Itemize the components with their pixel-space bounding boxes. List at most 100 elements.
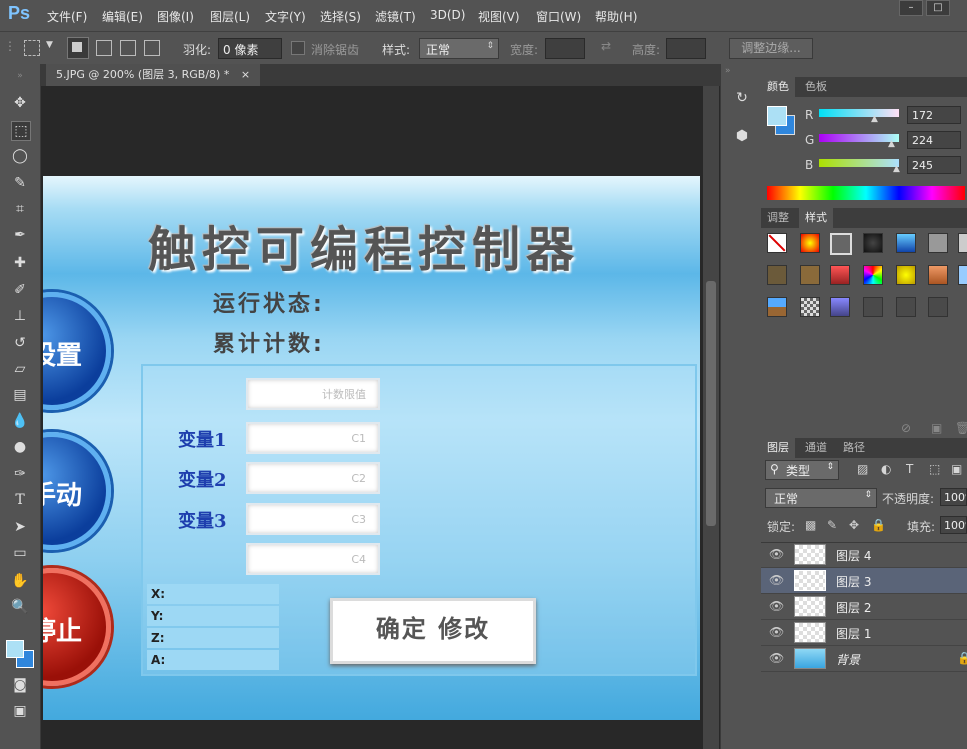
style-swatch[interactable] <box>958 233 967 253</box>
layer-row[interactable]: 👁 图层 2 <box>761 594 967 620</box>
menu-view[interactable]: 视图(V) <box>478 8 520 25</box>
intersect-selection-icon[interactable] <box>144 40 160 56</box>
tab-swatches[interactable]: 色板 <box>799 77 833 97</box>
quick-select-icon[interactable]: ✎ <box>11 174 29 192</box>
g-value-input[interactable]: 224 <box>907 131 961 149</box>
r-slider-handle-icon[interactable]: ▲ <box>871 114 878 124</box>
menu-select[interactable]: 选择(S) <box>320 8 361 25</box>
antialias-checkbox[interactable] <box>291 41 305 55</box>
b-slider-handle-icon[interactable]: ▲ <box>893 164 900 174</box>
document-image[interactable]: 触控可编程控制器 运行状态: 累计计数: 设置 手动 停止 计数限值 C1 C2… <box>43 176 700 720</box>
lock-transparent-icon[interactable]: ▩ <box>805 518 816 532</box>
b-slider[interactable] <box>819 159 899 167</box>
style-swatch[interactable] <box>800 233 820 253</box>
tab-adjustments[interactable]: 调整 <box>761 208 795 228</box>
menu-image[interactable]: 图像(I) <box>157 8 194 25</box>
tab-color[interactable]: 颜色 <box>761 77 795 97</box>
hand-tool-icon[interactable]: ✋ <box>11 572 29 590</box>
visibility-eye-icon[interactable]: 👁 <box>769 599 784 613</box>
style-swatch[interactable] <box>928 233 948 253</box>
screen-mode-icon[interactable]: ▣ <box>11 702 29 720</box>
quick-mask-icon[interactable]: ◙ <box>11 676 29 694</box>
style-swatch[interactable] <box>863 233 883 253</box>
style-swatch[interactable] <box>896 265 916 285</box>
crop-tool-icon[interactable]: ⌗ <box>11 200 29 218</box>
history-panel-icon[interactable]: ↻ <box>732 90 752 110</box>
add-selection-icon[interactable] <box>96 40 112 56</box>
visibility-eye-icon[interactable]: 👁 <box>769 625 784 639</box>
menu-filter[interactable]: 滤镜(T) <box>375 8 416 25</box>
zoom-tool-icon[interactable]: 🔍 <box>11 598 29 616</box>
g-slider[interactable] <box>819 134 899 142</box>
gradient-tool-icon[interactable]: ▤ <box>11 386 29 404</box>
marquee-tool-icon[interactable] <box>24 40 40 56</box>
history-brush-icon[interactable]: ↺ <box>11 334 29 352</box>
refine-edge-button[interactable]: 调整边缘... <box>729 38 813 59</box>
visibility-eye-icon[interactable]: 👁 <box>769 651 784 665</box>
b-value-input[interactable]: 245 <box>907 156 961 174</box>
style-swatch[interactable] <box>928 265 948 285</box>
layer-row-background[interactable]: 👁 背景 🔒 <box>761 646 967 672</box>
style-swatch[interactable] <box>863 265 883 285</box>
style-swatch[interactable] <box>928 297 948 317</box>
swap-icon[interactable]: ⇄ <box>601 39 611 53</box>
r-value-input[interactable]: 172 <box>907 106 961 124</box>
healing-brush-icon[interactable]: ✚ <box>11 254 29 272</box>
style-swatch[interactable] <box>830 233 852 255</box>
style-none-swatch[interactable] <box>767 233 787 253</box>
g-slider-handle-icon[interactable]: ▲ <box>888 139 895 149</box>
type-tool-icon[interactable]: T <box>11 491 29 509</box>
layer-row-selected[interactable]: 👁 图层 3 <box>761 568 967 594</box>
shape-tool-icon[interactable]: ▭ <box>11 544 29 562</box>
close-tab-icon[interactable]: × <box>241 68 250 81</box>
opacity-input[interactable]: 100% <box>940 488 967 506</box>
path-select-icon[interactable]: ➤ <box>11 518 29 536</box>
menu-edit[interactable]: 编辑(E) <box>102 8 143 25</box>
r-slider[interactable] <box>819 109 899 117</box>
lock-all-icon[interactable]: 🔒 <box>871 518 886 532</box>
style-swatch[interactable] <box>830 297 850 317</box>
brush-tool-icon[interactable]: ✐ <box>11 281 29 299</box>
style-swatch[interactable] <box>863 297 883 317</box>
lasso-tool-icon[interactable]: ◯ <box>11 147 29 165</box>
delete-style-icon[interactable]: 🗑 <box>955 421 967 435</box>
clear-style-icon[interactable]: ⊘ <box>901 421 911 435</box>
collapse-icon[interactable]: » <box>725 66 731 76</box>
blend-mode-select[interactable]: 正常 ⇕ <box>765 488 877 508</box>
menu-3d[interactable]: 3D(D) <box>430 8 465 22</box>
menu-help[interactable]: 帮助(H) <box>595 8 637 25</box>
document-tab[interactable]: 5.JPG @ 200% (图层 3, RGB/8) * × <box>46 64 261 86</box>
eyedropper-icon[interactable]: ✒ <box>11 226 29 244</box>
filter-shape-icon[interactable]: ⬚ <box>929 462 940 476</box>
new-style-icon[interactable]: ▣ <box>931 421 942 435</box>
fg-color-chip[interactable] <box>767 106 787 126</box>
layer-row[interactable]: 👁 图层 1 <box>761 620 967 646</box>
filter-adjust-icon[interactable]: ◐ <box>881 462 891 476</box>
stamp-tool-icon[interactable]: ⊥ <box>11 307 29 325</box>
layer-filter-select[interactable]: ⚲ 类型 ⇕ <box>765 460 839 480</box>
menu-window[interactable]: 窗口(W) <box>536 8 581 25</box>
filter-smart-icon[interactable]: ▣ <box>951 462 962 476</box>
visibility-eye-icon[interactable]: 👁 <box>769 573 784 587</box>
filter-pixel-icon[interactable]: ▨ <box>857 462 868 476</box>
tab-paths[interactable]: 路径 <box>837 438 871 458</box>
feather-input[interactable]: 0 像素 <box>218 38 282 59</box>
vertical-scrollbar[interactable] <box>703 86 719 749</box>
style-swatch[interactable] <box>800 265 820 285</box>
fill-input[interactable]: 100% <box>940 516 967 534</box>
eraser-icon[interactable]: ▱ <box>11 360 29 378</box>
visibility-eye-icon[interactable]: 👁 <box>769 547 784 561</box>
menu-type[interactable]: 文字(Y) <box>265 8 306 25</box>
maximize-button[interactable]: □ <box>926 0 950 16</box>
style-select[interactable]: 正常 ⇕ <box>419 38 499 59</box>
lock-position-icon[interactable]: ✥ <box>849 518 859 532</box>
tool-preset-dropdown-icon[interactable]: ▼ <box>46 40 53 50</box>
new-selection-button[interactable] <box>67 37 89 59</box>
height-input[interactable] <box>666 38 706 59</box>
style-swatch[interactable] <box>800 297 820 317</box>
tab-styles[interactable]: 样式 <box>799 208 833 228</box>
pen-tool-icon[interactable]: ✑ <box>11 465 29 483</box>
menu-layer[interactable]: 图层(L) <box>210 8 250 25</box>
foreground-color-swatch[interactable] <box>6 640 24 658</box>
move-tool-icon[interactable]: ✥ <box>11 94 29 112</box>
